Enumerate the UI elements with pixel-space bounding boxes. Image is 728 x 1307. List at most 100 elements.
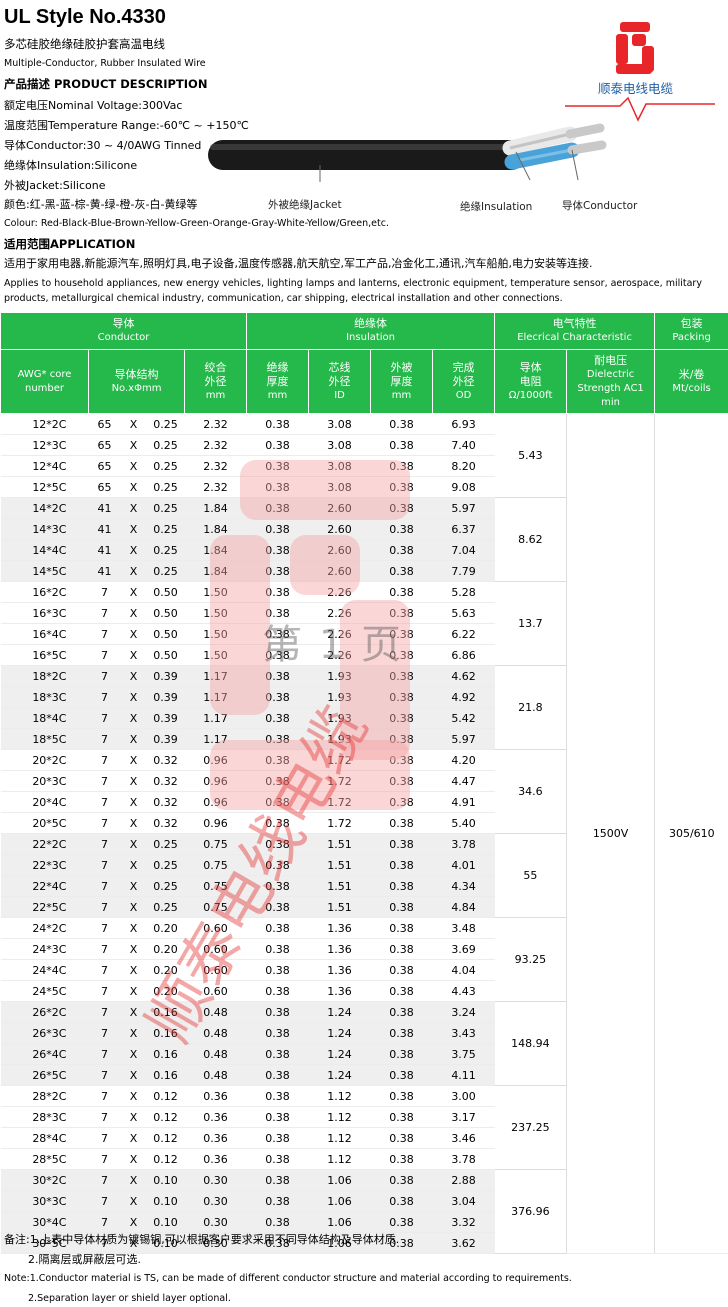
table-cell: 20*5C xyxy=(0,812,89,834)
table-cell: 0.38 xyxy=(370,518,433,540)
table-cell: 0.39 xyxy=(146,665,185,687)
table-cell: 9.08 xyxy=(432,476,495,498)
table-cell: 7 xyxy=(88,1148,121,1170)
table-cell: 1.36 xyxy=(308,959,371,981)
table-cell: X xyxy=(120,1064,147,1086)
table-cell: 0.30 xyxy=(184,1169,247,1191)
table-cell: 16*4C xyxy=(0,623,89,645)
col-header-insulation-thickness: 绝缘 厚度 mm xyxy=(246,349,310,414)
table-cell: 0.36 xyxy=(184,1106,247,1128)
resistance-cell: 34.6 xyxy=(494,749,567,834)
table-cell: 0.38 xyxy=(246,1064,309,1086)
table-cell: 0.25 xyxy=(146,560,185,582)
group-header-insulation: 绝缘体 Insulation xyxy=(246,312,496,350)
table-cell: 22*4C xyxy=(0,875,89,897)
table-cell: X xyxy=(120,497,147,519)
table-cell: 7.04 xyxy=(432,539,495,561)
table-cell: 1.06 xyxy=(308,1190,371,1212)
table-cell: 7.40 xyxy=(432,434,495,456)
table-cell: 0.20 xyxy=(146,938,185,960)
table-cell: X xyxy=(120,1148,147,1170)
table-cell: 2.32 xyxy=(184,455,247,477)
table-cell: 0.39 xyxy=(146,728,185,750)
table-cell: 28*3C xyxy=(0,1106,89,1128)
table-cell: 0.36 xyxy=(184,1085,247,1107)
table-cell: 5.28 xyxy=(432,581,495,603)
table-cell: 0.36 xyxy=(184,1127,247,1149)
table-cell: 0.38 xyxy=(370,917,433,939)
table-cell: 8.20 xyxy=(432,455,495,477)
table-cell: 3.24 xyxy=(432,1001,495,1023)
table-cell: X xyxy=(120,938,147,960)
table-cell: 1.72 xyxy=(308,749,371,771)
table-cell: 3.75 xyxy=(432,1043,495,1065)
col-header-strand-od: 绞合 外径 mm xyxy=(183,349,248,414)
application-heading: 适用范围APPLICATION xyxy=(4,237,136,251)
table-cell: 12*4C xyxy=(0,455,89,477)
table-cell: 1.51 xyxy=(308,875,371,897)
table-cell: 0.38 xyxy=(246,959,309,981)
table-cell: 0.38 xyxy=(370,476,433,498)
table-cell: 7 xyxy=(88,749,121,771)
note-en-1: Note:1.Conductor material is TS, can be … xyxy=(4,1273,572,1284)
table-cell: 2.26 xyxy=(308,644,371,666)
table-cell: 1.12 xyxy=(308,1127,371,1149)
table-cell: 65 xyxy=(88,455,121,477)
table-cell: 1.17 xyxy=(184,707,247,729)
table-cell: 0.10 xyxy=(146,1169,185,1191)
table-cell: 1.51 xyxy=(308,833,371,855)
table-cell: 16*5C xyxy=(0,644,89,666)
table-cell: 24*2C xyxy=(0,917,89,939)
table-cell: 6.22 xyxy=(432,623,495,645)
table-cell: 0.38 xyxy=(370,1022,433,1044)
table-cell: 7 xyxy=(88,602,121,624)
table-cell: X xyxy=(120,770,147,792)
table-cell: 7 xyxy=(88,1190,121,1212)
table-cell: 0.38 xyxy=(370,413,433,435)
table-cell: 1.93 xyxy=(308,707,371,729)
table-cell: 0.25 xyxy=(146,833,185,855)
table-cell: 0.38 xyxy=(370,497,433,519)
table-cell: 0.38 xyxy=(370,602,433,624)
table-cell: 0.38 xyxy=(246,581,309,603)
table-cell: 0.38 xyxy=(246,749,309,771)
table-cell: 0.12 xyxy=(146,1148,185,1170)
table-cell: X xyxy=(120,812,147,834)
logo-mark-icon xyxy=(565,22,715,122)
note-en-2: 2.Separation layer or shield layer optio… xyxy=(28,1293,231,1304)
table-cell: 7 xyxy=(88,1169,121,1191)
table-cell: 1.84 xyxy=(184,518,247,540)
table-cell: 0.12 xyxy=(146,1085,185,1107)
table-cell: 22*5C xyxy=(0,896,89,918)
spec-colour-cn: 颜色:红-黑-蓝-棕-黄-绿-橙-灰-白-黄绿等 xyxy=(4,198,198,211)
table-cell: X xyxy=(120,833,147,855)
table-cell: 14*2C xyxy=(0,497,89,519)
table-cell: 0.38 xyxy=(246,518,309,540)
table-cell: 2.60 xyxy=(308,560,371,582)
table-cell: 0.25 xyxy=(146,539,185,561)
table-cell: 0.39 xyxy=(146,686,185,708)
table-cell: 1.06 xyxy=(308,1211,371,1233)
table-cell: X xyxy=(120,1190,147,1212)
table-cell: 0.38 xyxy=(370,455,433,477)
table-cell: 0.96 xyxy=(184,812,247,834)
col-header-dielectric: 耐电压 Dielectric Strength AC1 min xyxy=(566,349,656,414)
table-cell: 0.38 xyxy=(246,833,309,855)
table-cell: 26*4C xyxy=(0,1043,89,1065)
application-cn: 适用于家用电器,新能源汽车,照明灯具,电子设备,温度传感器,航天航空,军工产品,… xyxy=(4,257,593,270)
table-cell: 0.32 xyxy=(146,791,185,813)
table-cell: 1.24 xyxy=(308,1001,371,1023)
table-cell: 41 xyxy=(88,560,121,582)
table-cell: 6.37 xyxy=(432,518,495,540)
table-cell: 0.38 xyxy=(370,1106,433,1128)
table-cell: 2.60 xyxy=(308,497,371,519)
table-cell: 14*3C xyxy=(0,518,89,540)
resistance-cell: 55 xyxy=(494,833,567,918)
table-cell: 7 xyxy=(88,1106,121,1128)
logo-brand-text: 顺泰电线电缆 xyxy=(598,81,674,96)
table-cell: X xyxy=(120,1043,147,1065)
table-cell: 0.38 xyxy=(370,686,433,708)
table-cell: 5.63 xyxy=(432,602,495,624)
table-cell: 0.38 xyxy=(246,602,309,624)
table-cell: 1.72 xyxy=(308,770,371,792)
